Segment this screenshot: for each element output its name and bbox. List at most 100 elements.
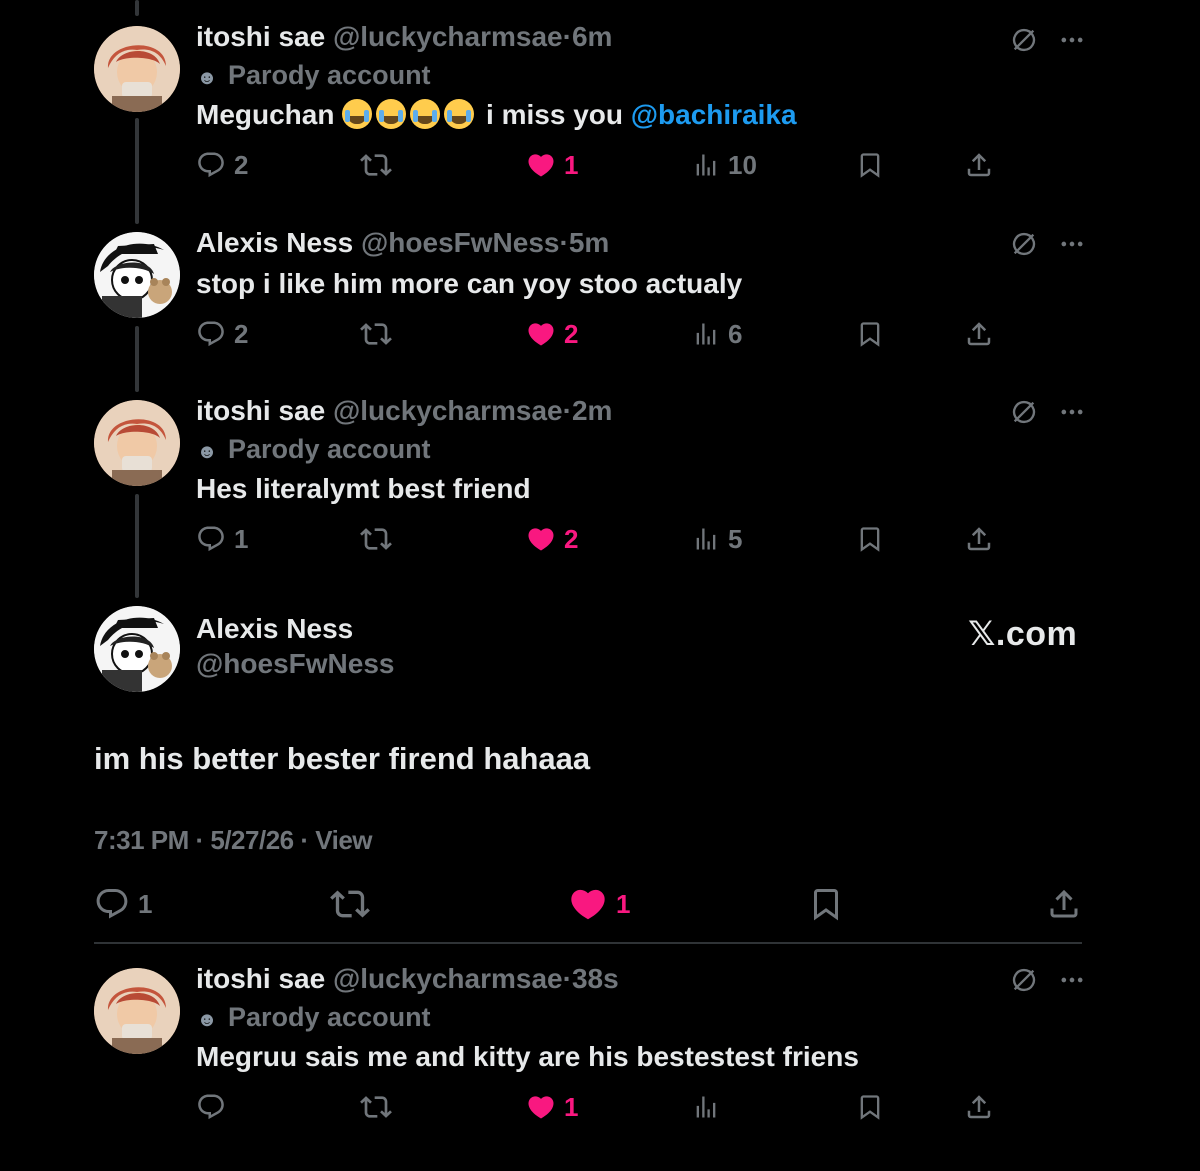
bookmark-button[interactable] [856, 145, 884, 185]
main-tweet-text: im his better bester firend hahaaa [94, 741, 591, 776]
reply-icon [196, 150, 226, 180]
share-button[interactable] [1046, 884, 1082, 924]
timestamp[interactable]: 38s [572, 963, 619, 994]
author-handle[interactable]: @luckycharmsae [333, 395, 563, 426]
crying-emoji [342, 99, 373, 129]
views-icon [692, 320, 720, 348]
main-tweet-timestamp[interactable]: 7:31 PM · 5/27/26 · View [94, 825, 373, 856]
reply-icon [196, 319, 226, 349]
share-icon [964, 524, 994, 554]
reply-button[interactable]: 2 [196, 145, 248, 185]
bookmark-button[interactable] [856, 1087, 884, 1127]
share-icon [1046, 886, 1082, 922]
main-author-handle[interactable]: @hoesFwNess [196, 648, 394, 680]
tweet-menu [1010, 26, 1086, 59]
tweet-header: Alexis Ness @hoesFwNess·5m [196, 226, 609, 260]
retweet-button[interactable] [330, 884, 370, 924]
author-handle[interactable]: @luckycharmsae [333, 21, 563, 52]
bookmark-button[interactable] [856, 519, 884, 559]
like-button[interactable]: 1 [526, 1087, 578, 1127]
x-logo-brand: 𝕏.com [968, 615, 1078, 653]
reply-tweet[interactable]: itoshi sae @luckycharmsae·6m ☻ Parody acc… [196, 20, 1200, 190]
reply-button[interactable]: 1 [94, 884, 152, 924]
grok-icon[interactable] [1010, 26, 1038, 59]
separator-dot: · [562, 395, 572, 426]
reply-button[interactable]: 2 [196, 314, 248, 354]
grok-icon[interactable] [1010, 230, 1038, 263]
heart-icon [526, 150, 556, 180]
author-handle[interactable]: @luckycharmsae [333, 963, 563, 994]
avatar[interactable] [94, 26, 180, 112]
like-button[interactable]: 2 [526, 519, 578, 559]
author-handle[interactable]: @hoesFwNess [361, 227, 559, 258]
main-avatar[interactable] [94, 606, 180, 692]
share-button[interactable] [964, 1087, 994, 1127]
author-name[interactable]: Alexis Ness [196, 227, 353, 258]
share-button[interactable] [964, 145, 994, 185]
reply-tweet[interactable]: itoshi sae @luckycharmsae·2m ☻ Parody acc… [196, 394, 1200, 564]
retweet-button[interactable] [360, 519, 392, 559]
more-icon[interactable] [1058, 398, 1086, 431]
reply-tweet[interactable]: itoshi sae @luckycharmsae·38s ☻ Parody ac… [196, 962, 1200, 1142]
tweet-menu [1010, 230, 1086, 263]
timestamp[interactable]: 2m [572, 395, 612, 426]
views-button[interactable] [692, 1087, 720, 1127]
author-name[interactable]: itoshi sae [196, 21, 325, 52]
like-button[interactable]: 1 [526, 145, 578, 185]
avatar[interactable] [94, 232, 180, 318]
retweet-icon [360, 318, 392, 350]
heart-icon [526, 1092, 556, 1122]
avatar[interactable] [94, 400, 180, 486]
tweet-menu [1010, 398, 1086, 431]
thread-line [135, 326, 139, 392]
grok-icon[interactable] [1010, 398, 1038, 431]
thread-line [135, 118, 139, 224]
like-button[interactable]: 2 [526, 314, 578, 354]
thread-line [135, 494, 139, 598]
share-button[interactable] [964, 519, 994, 559]
parody-mask-icon: ☻ [196, 441, 218, 463]
retweet-button[interactable] [360, 314, 392, 354]
share-icon [964, 319, 994, 349]
reply-button[interactable] [196, 1087, 226, 1127]
bookmark-button[interactable] [856, 314, 884, 354]
views-button[interactable]: 10 [692, 145, 757, 185]
tweet-text: Hes literalymt best friend [196, 473, 531, 504]
grok-icon[interactable] [1010, 966, 1038, 999]
views-button[interactable]: 5 [692, 519, 742, 559]
retweet-icon [360, 523, 392, 555]
separator-dot: · [562, 21, 572, 52]
author-name[interactable]: itoshi sae [196, 963, 325, 994]
crying-emoji [410, 99, 441, 129]
avatar[interactable] [94, 968, 180, 1054]
bookmark-icon [808, 886, 844, 922]
views-icon [692, 525, 720, 553]
mention-link[interactable]: @bachiraika [631, 99, 797, 130]
retweet-button[interactable] [360, 1087, 392, 1127]
retweet-button[interactable] [360, 145, 392, 185]
timestamp[interactable]: 6m [572, 21, 612, 52]
bookmark-icon [856, 1093, 884, 1121]
like-button[interactable]: 1 [568, 884, 630, 924]
separator-dot: · [562, 963, 572, 994]
reply-tweet[interactable]: Alexis Ness @hoesFwNess·5m stop i like h… [196, 226, 1200, 366]
views-button[interactable]: 6 [692, 314, 742, 354]
action-bar: 1 2 5 [196, 519, 996, 559]
tweet-header: itoshi sae @luckycharmsae·6m [196, 20, 612, 54]
main-action-bar: 1 1 [94, 884, 1094, 924]
parody-label: ☻ Parody account [196, 432, 430, 469]
action-bar: 2 2 6 [196, 314, 996, 354]
more-icon[interactable] [1058, 26, 1086, 59]
main-author-name[interactable]: Alexis Ness [196, 613, 353, 645]
reply-icon [94, 886, 130, 922]
bookmark-button[interactable] [808, 884, 844, 924]
share-button[interactable] [964, 314, 994, 354]
more-icon[interactable] [1058, 230, 1086, 263]
reply-button[interactable]: 1 [196, 519, 248, 559]
more-icon[interactable] [1058, 966, 1086, 999]
action-bar: 2 1 10 [196, 145, 996, 185]
author-name[interactable]: itoshi sae [196, 395, 325, 426]
retweet-icon [360, 1091, 392, 1123]
divider [94, 942, 1082, 944]
timestamp[interactable]: 5m [569, 227, 609, 258]
